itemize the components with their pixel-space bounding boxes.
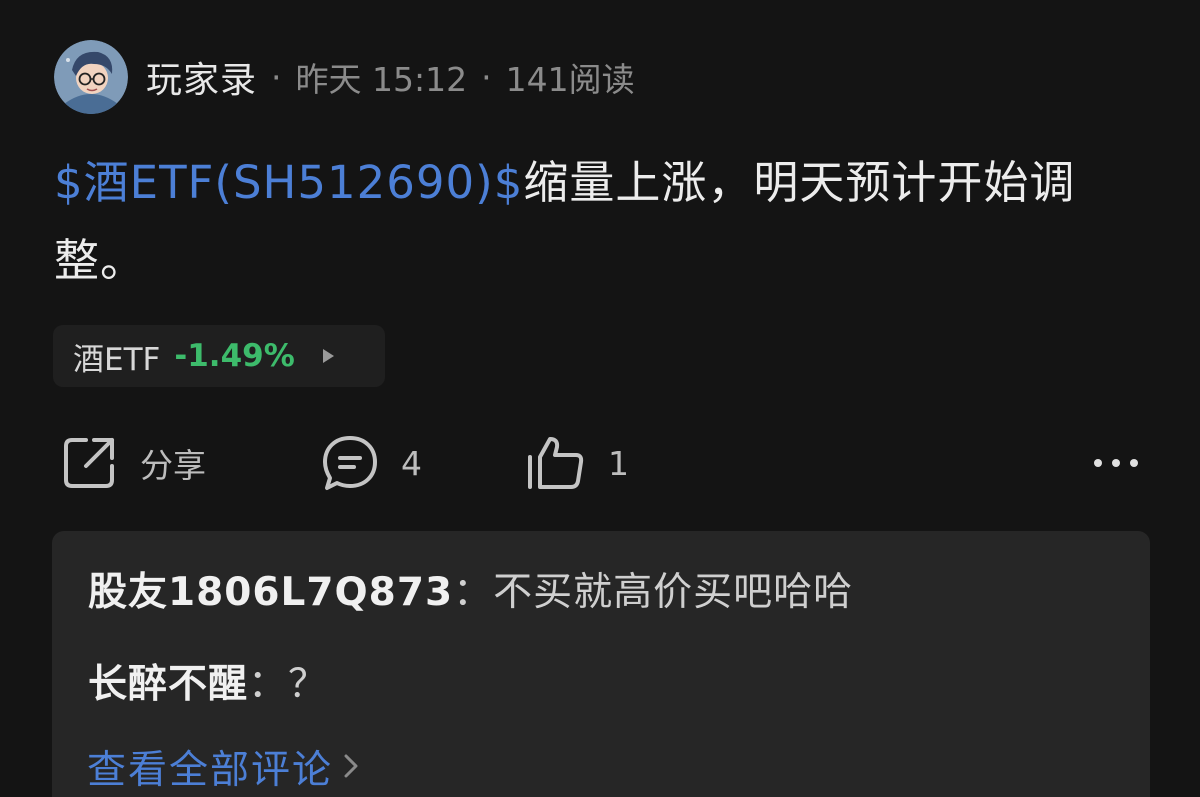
share-label: 分享 (140, 446, 206, 485)
comment-count: 4 (401, 443, 422, 483)
comment-button[interactable]: 4 (321, 433, 422, 493)
comment-text: 不买就高价买吧哈哈 (493, 570, 854, 615)
comment-icon (321, 434, 379, 492)
meta-separator: · (481, 57, 492, 97)
action-bar: 分享 4 1 (0, 433, 1200, 493)
comments-card[interactable]: 股友1806L7Q873：不买就高价买吧哈哈 长醉不醒：？ 查看全部评论 (52, 531, 1150, 797)
comment-separator: ： (248, 662, 289, 707)
avatar[interactable] (54, 40, 128, 114)
view-all-label: 查看全部评论 (87, 748, 334, 793)
post-header: 玩家录 · 昨天 15:12 · 141阅读 (54, 40, 635, 114)
quote-chip-change: -1.49% (174, 338, 295, 374)
view-all-comments-link[interactable]: 查看全部评论 (87, 739, 359, 795)
post-content: $酒ETF(SH512690)$缩量上涨，明天预计开始调整。 (54, 144, 1149, 300)
play-arrow-icon (322, 349, 334, 363)
meta-separator: · (271, 57, 282, 97)
author-name[interactable]: 玩家录 (146, 51, 257, 103)
more-button[interactable] (1093, 433, 1139, 493)
comment-item[interactable]: 长醉不醒：？ (88, 653, 328, 709)
read-count: 141阅读 (505, 60, 635, 99)
share-icon (60, 434, 118, 492)
post-meta: · 昨天 15:12 · 141阅读 (271, 53, 635, 101)
share-button[interactable]: 分享 (60, 433, 206, 493)
more-icon (1093, 457, 1139, 469)
quote-chip-name: 酒ETF (73, 341, 161, 378)
comment-item[interactable]: 股友1806L7Q873：不买就高价买吧哈哈 (88, 561, 853, 617)
like-icon (526, 433, 586, 493)
comment-text: ？ (288, 662, 329, 707)
comment-separator: ： (453, 570, 494, 615)
chevron-right-icon (343, 745, 359, 790)
stock-link[interactable]: $酒ETF(SH512690)$ (54, 156, 523, 209)
comment-user[interactable]: 长醉不醒 (88, 662, 248, 707)
post-time: 昨天 15:12 (295, 60, 468, 99)
quote-chip[interactable]: 酒ETF -1.49% (53, 325, 385, 387)
comment-user[interactable]: 股友1806L7Q873 (88, 570, 453, 615)
like-button[interactable]: 1 (526, 433, 629, 493)
like-count: 1 (608, 443, 629, 483)
